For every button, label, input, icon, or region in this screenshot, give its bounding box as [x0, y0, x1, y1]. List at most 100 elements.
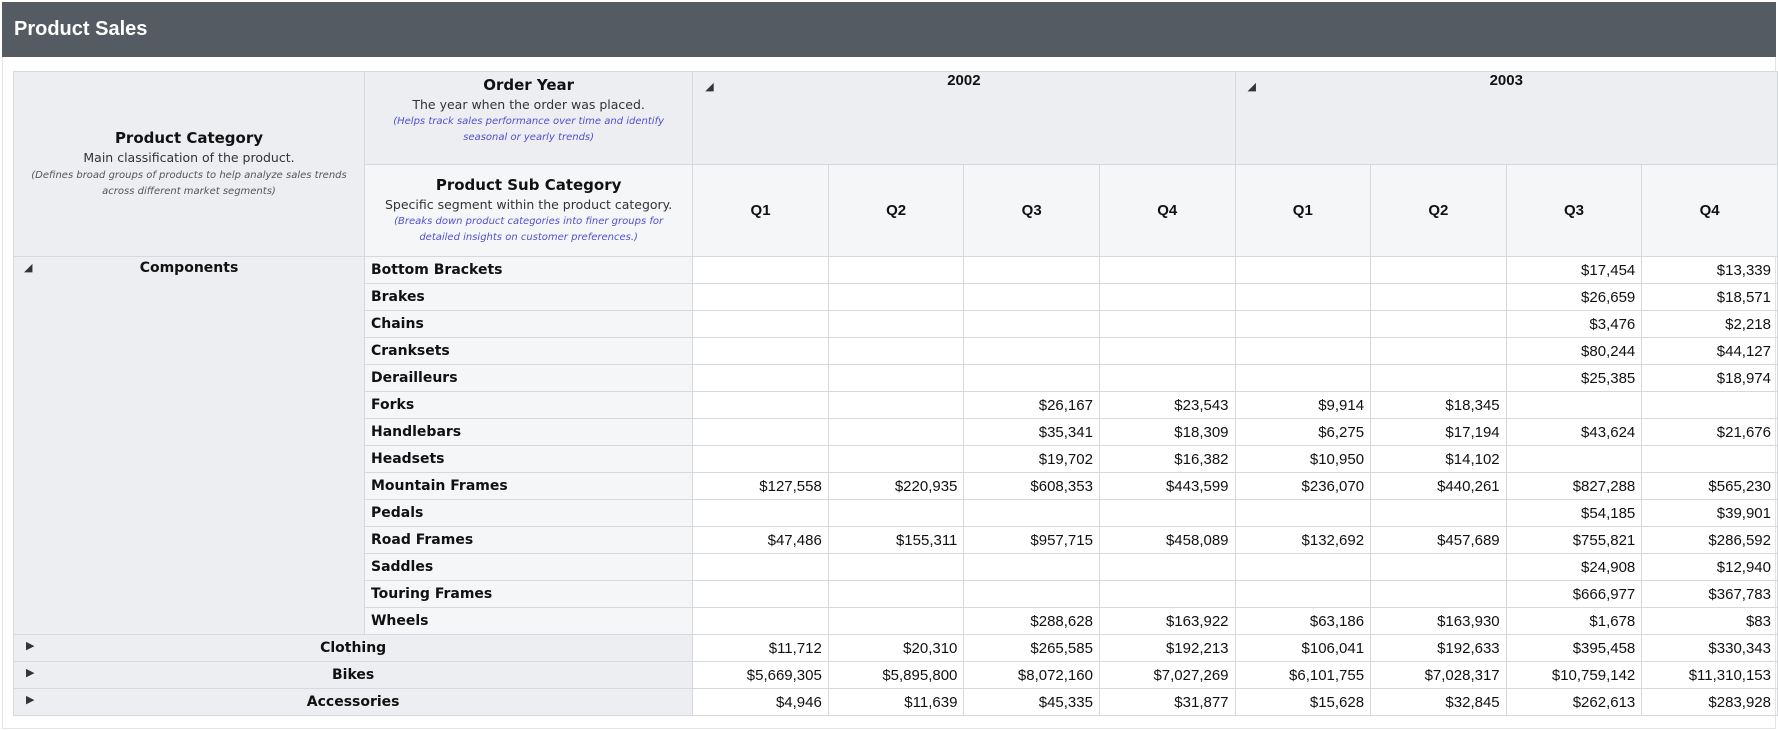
subcategory-row-header[interactable]: Touring Frames — [363, 580, 694, 608]
value-cell[interactable]: $18,309 — [1098, 418, 1236, 446]
value-cell[interactable]: $19,702 — [963, 445, 1100, 473]
value-cell[interactable] — [1370, 283, 1507, 311]
collapsed-triangle-icon[interactable]: ▶ — [26, 639, 34, 652]
value-cell[interactable] — [1098, 499, 1236, 527]
value-cell[interactable] — [1098, 580, 1236, 608]
value-cell[interactable] — [1234, 499, 1372, 527]
value-cell[interactable] — [827, 607, 965, 635]
value-cell[interactable] — [963, 256, 1100, 284]
value-cell[interactable]: $10,759,142 — [1505, 661, 1643, 689]
value-cell[interactable]: $44,127 — [1641, 337, 1778, 365]
value-cell[interactable] — [1370, 337, 1507, 365]
value-cell[interactable] — [827, 391, 965, 419]
value-cell[interactable]: $25,385 — [1505, 364, 1643, 392]
expanded-triangle-icon[interactable]: ◢ — [1248, 80, 1256, 93]
value-cell[interactable] — [1234, 283, 1372, 311]
value-cell[interactable]: $236,070 — [1234, 472, 1372, 500]
value-cell[interactable]: $18,974 — [1641, 364, 1778, 392]
value-cell[interactable] — [827, 310, 965, 338]
value-cell[interactable] — [827, 364, 965, 392]
value-cell[interactable]: $106,041 — [1234, 634, 1372, 662]
value-cell[interactable] — [692, 310, 829, 338]
value-cell[interactable]: $43,624 — [1505, 418, 1643, 446]
collapsed-triangle-icon[interactable]: ▶ — [26, 666, 34, 679]
quarter-header[interactable]: Q1 — [1234, 164, 1372, 257]
value-cell[interactable]: $26,659 — [1505, 283, 1643, 311]
value-cell[interactable]: $265,585 — [963, 634, 1100, 662]
quarter-header[interactable]: Q4 — [1641, 164, 1778, 257]
value-cell[interactable]: $127,558 — [692, 472, 829, 500]
value-cell[interactable] — [827, 553, 965, 581]
value-cell[interactable]: $24,908 — [1505, 553, 1643, 581]
value-cell[interactable]: $9,914 — [1234, 391, 1372, 419]
expanded-triangle-icon[interactable]: ◢ — [705, 80, 713, 93]
value-cell[interactable] — [827, 445, 965, 473]
value-cell[interactable] — [1370, 499, 1507, 527]
value-cell[interactable]: $39,901 — [1641, 499, 1778, 527]
value-cell[interactable]: $35,341 — [963, 418, 1100, 446]
value-cell[interactable]: $18,345 — [1370, 391, 1507, 419]
subcategory-row-header[interactable]: Road Frames — [363, 526, 694, 554]
value-cell[interactable] — [692, 580, 829, 608]
value-cell[interactable]: $11,639 — [827, 688, 965, 716]
value-cell[interactable]: $16,382 — [1098, 445, 1236, 473]
subcategory-row-header[interactable]: Handlebars — [363, 418, 694, 446]
value-cell[interactable]: $17,194 — [1370, 418, 1507, 446]
value-cell[interactable] — [827, 256, 965, 284]
value-cell[interactable]: $220,935 — [827, 472, 965, 500]
value-cell[interactable]: $45,335 — [963, 688, 1100, 716]
value-cell[interactable]: $13,339 — [1641, 256, 1778, 284]
value-cell[interactable]: $6,275 — [1234, 418, 1372, 446]
subcategory-row-header[interactable]: Headsets — [363, 445, 694, 473]
value-cell[interactable]: $5,669,305 — [692, 661, 829, 689]
subcategory-row-header[interactable]: Chains — [363, 310, 694, 338]
subcategory-row-header[interactable]: Bottom Brackets — [363, 256, 694, 284]
value-cell[interactable] — [963, 580, 1100, 608]
value-cell[interactable] — [1370, 256, 1507, 284]
value-cell[interactable]: $192,633 — [1370, 634, 1507, 662]
value-cell[interactable] — [827, 283, 965, 311]
value-cell[interactable]: $283,928 — [1641, 688, 1778, 716]
value-cell[interactable]: $3,476 — [1505, 310, 1643, 338]
value-cell[interactable]: $63,186 — [1234, 607, 1372, 635]
subcategory-row-header[interactable]: Cranksets — [363, 337, 694, 365]
value-cell[interactable]: $32,845 — [1370, 688, 1507, 716]
value-cell[interactable]: $262,613 — [1505, 688, 1643, 716]
value-cell[interactable] — [1098, 310, 1236, 338]
value-cell[interactable] — [692, 499, 829, 527]
value-cell[interactable] — [692, 607, 829, 635]
value-cell[interactable]: $8,072,160 — [963, 661, 1100, 689]
value-cell[interactable] — [1234, 553, 1372, 581]
value-cell[interactable]: $440,261 — [1370, 472, 1507, 500]
value-cell[interactable] — [1098, 256, 1236, 284]
year-header[interactable]: ◢ 2002 — [692, 71, 1236, 165]
value-cell[interactable]: $11,712 — [692, 634, 829, 662]
value-cell[interactable]: $17,454 — [1505, 256, 1643, 284]
value-cell[interactable] — [963, 310, 1100, 338]
value-cell[interactable]: $20,310 — [827, 634, 965, 662]
value-cell[interactable]: $443,599 — [1098, 472, 1236, 500]
quarter-header[interactable]: Q3 — [1505, 164, 1643, 257]
value-cell[interactable] — [1234, 580, 1372, 608]
subcategory-row-header[interactable]: Forks — [363, 391, 694, 419]
subcategory-row-header[interactable]: Derailleurs — [363, 364, 694, 392]
value-cell[interactable]: $47,486 — [692, 526, 829, 554]
value-cell[interactable] — [827, 337, 965, 365]
value-cell[interactable]: $288,628 — [963, 607, 1100, 635]
value-cell[interactable]: $31,877 — [1098, 688, 1236, 716]
value-cell[interactable]: $565,230 — [1641, 472, 1778, 500]
quarter-header[interactable]: Q3 — [963, 164, 1100, 257]
collapsed-triangle-icon[interactable]: ▶ — [26, 693, 34, 706]
value-cell[interactable]: $666,977 — [1505, 580, 1643, 608]
value-cell[interactable]: $14,102 — [1370, 445, 1507, 473]
value-cell[interactable] — [1234, 256, 1372, 284]
value-cell[interactable]: $7,027,269 — [1098, 661, 1236, 689]
value-cell[interactable] — [1098, 553, 1236, 581]
value-cell[interactable]: $83 — [1641, 607, 1778, 635]
value-cell[interactable] — [1098, 337, 1236, 365]
value-cell[interactable]: $10,950 — [1234, 445, 1372, 473]
value-cell[interactable]: $367,783 — [1641, 580, 1778, 608]
value-cell[interactable]: $12,940 — [1641, 553, 1778, 581]
value-cell[interactable]: $15,628 — [1234, 688, 1372, 716]
value-cell[interactable] — [692, 418, 829, 446]
